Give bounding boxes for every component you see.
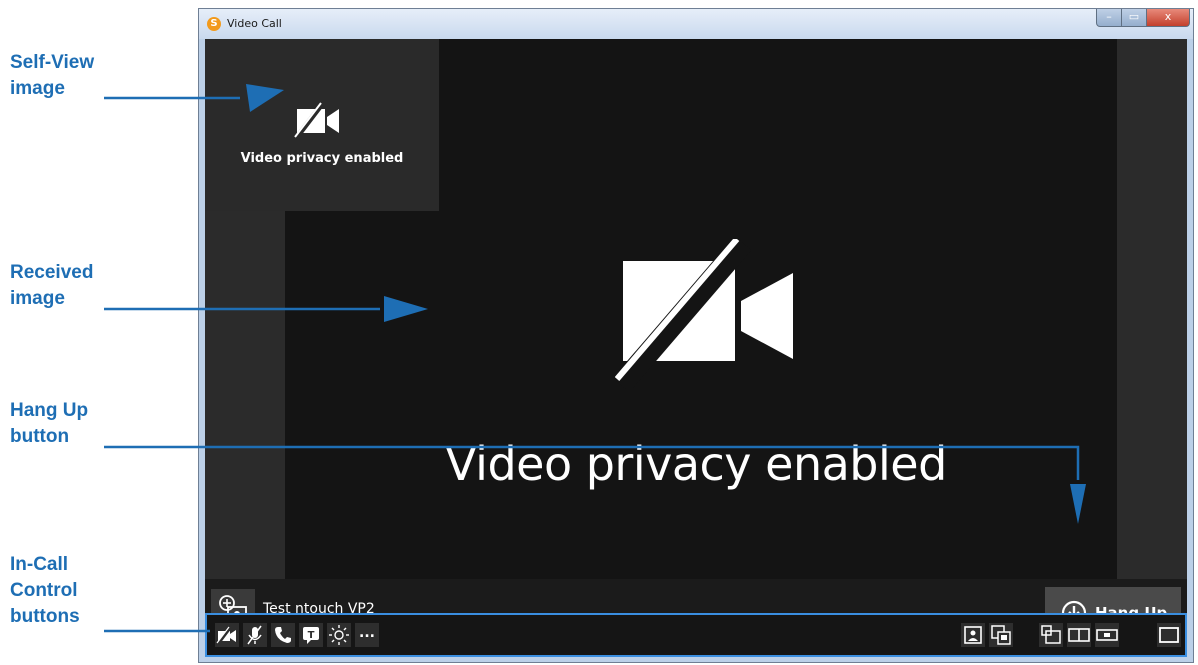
hang-up-arrow — [104, 445, 1086, 524]
self-view-arrow — [104, 84, 284, 112]
received-arrow — [104, 296, 428, 322]
annotation-arrows — [104, 84, 1086, 633]
